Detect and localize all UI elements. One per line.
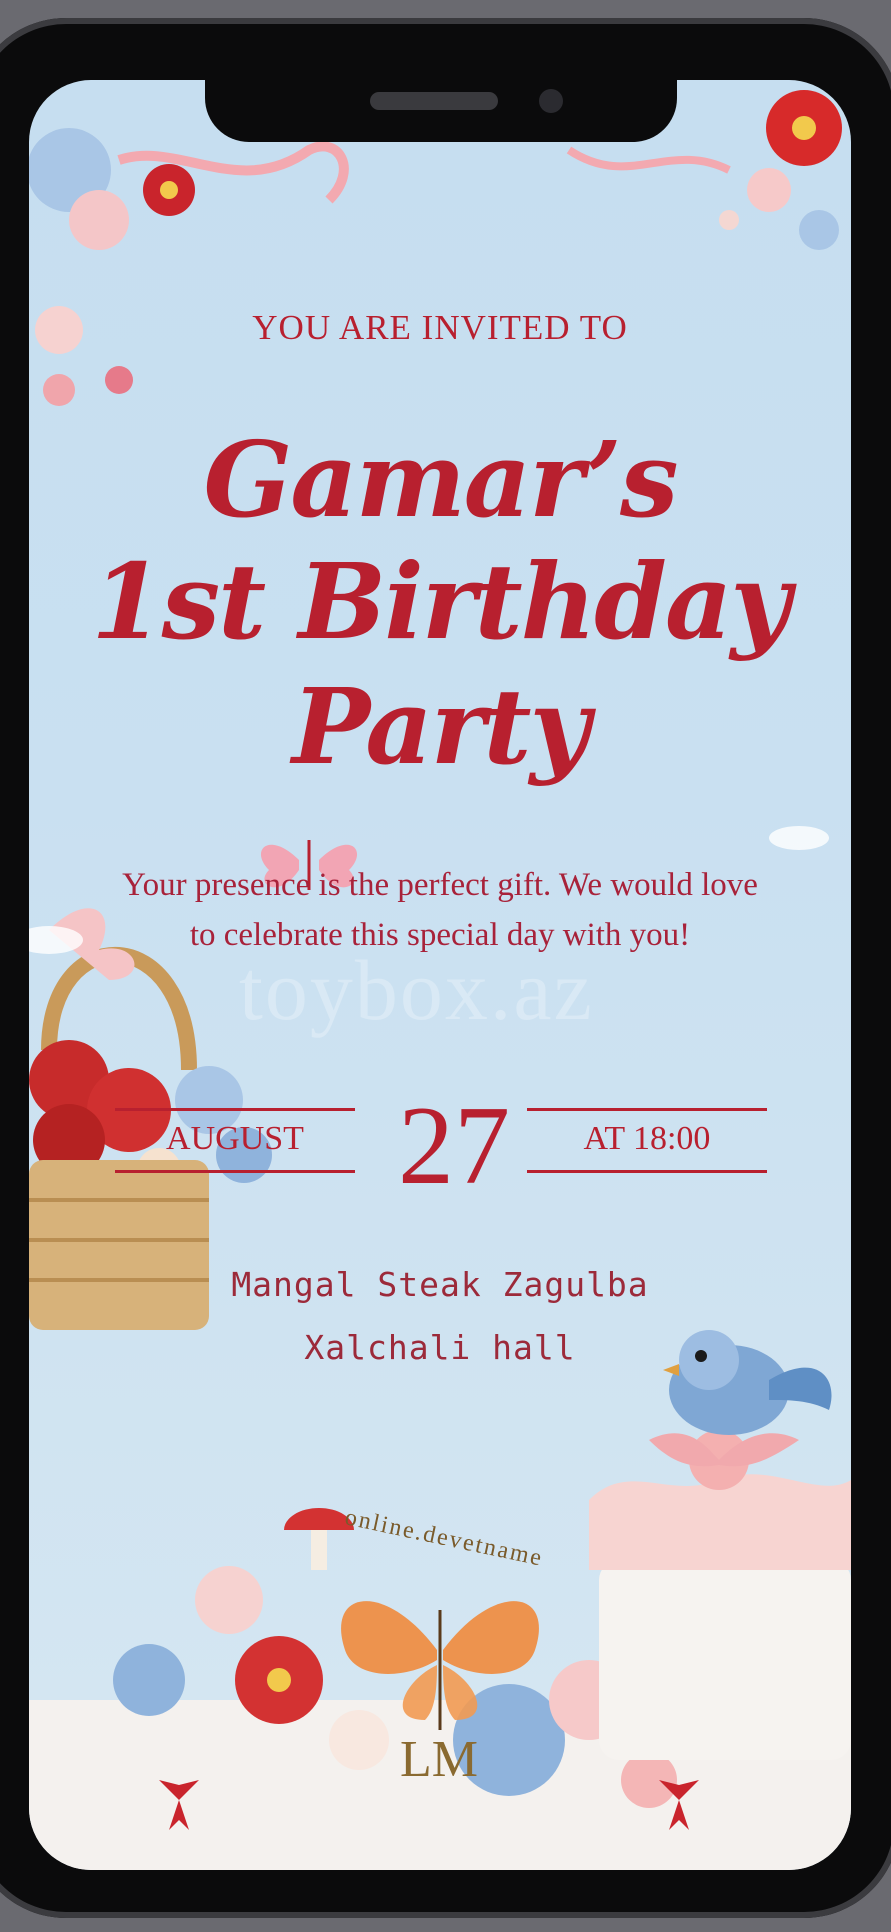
logo-monogram: LM — [400, 1731, 478, 1788]
camera-icon — [539, 89, 563, 113]
title-line-1: Gamar’s — [203, 418, 679, 541]
event-time: AT 18:00 — [583, 1120, 711, 1157]
rule-right-bottom — [527, 1170, 767, 1173]
rule-left-top — [115, 1108, 355, 1111]
date-day: 27 — [398, 1084, 510, 1208]
rule-left-bottom — [115, 1170, 355, 1173]
title-line-2: 1st Birthday — [91, 540, 791, 663]
venue-line-1: Mangal Steak Zagulba — [231, 1265, 649, 1304]
invitation-card: toybox.az YOU ARE INVITED TO Gamar’s 1st… — [29, 80, 851, 1870]
venue-line-2: Xalchali hall — [304, 1328, 576, 1367]
date-month: AUGUST — [166, 1120, 304, 1157]
rule-right-top — [527, 1108, 767, 1111]
logo-butterfly-icon — [341, 1601, 539, 1730]
cake-icon — [589, 1430, 851, 1760]
invitation-message: Your presence is the perfect gift. We wo… — [122, 867, 758, 953]
speaker-grille — [370, 92, 498, 110]
title-line-3: Party — [291, 665, 590, 788]
invited-heading: YOU ARE INVITED TO — [252, 308, 628, 347]
top-left-flowers-icon — [29, 128, 349, 406]
